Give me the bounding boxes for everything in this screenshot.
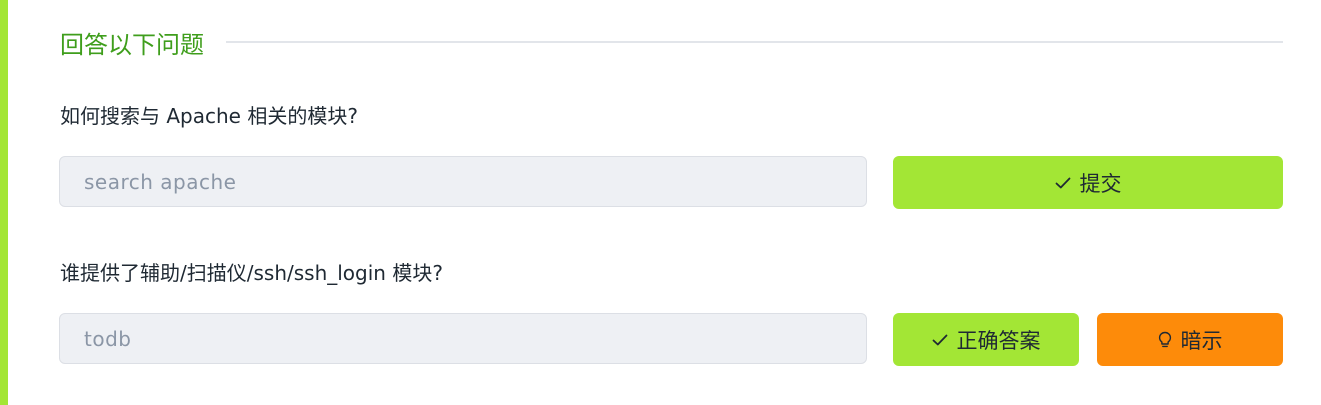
answer-field-1[interactable]: search apache (59, 156, 867, 207)
submit-button-label: 提交 (1079, 171, 1122, 196)
question-2-text: 谁提供了辅助/扫描仪/ssh/ssh_login 模块? (60, 261, 443, 285)
section-title: 回答以下问题 (60, 30, 204, 59)
correct-answer-button[interactable]: 正确答案 (893, 313, 1079, 366)
section-header: 回答以下问题 (60, 24, 1283, 60)
answer-field-2-value: todb (84, 326, 132, 351)
check-icon (932, 334, 948, 346)
section-divider (226, 41, 1283, 43)
correct-answer-button-label: 正确答案 (956, 328, 1041, 353)
submit-button[interactable]: 提交 (893, 156, 1283, 209)
check-icon (1055, 177, 1071, 189)
hint-button[interactable]: 暗示 (1097, 313, 1283, 366)
answer-field-2[interactable]: todb (59, 313, 867, 364)
lightbulb-icon (1158, 331, 1172, 349)
answer-field-1-value: search apache (84, 169, 237, 194)
accent-bar (0, 0, 8, 405)
task-questions-panel: 回答以下问题 如何搜索与 Apache 相关的模块? search apache… (0, 0, 1321, 405)
question-1-text: 如何搜索与 Apache 相关的模块? (60, 104, 358, 128)
hint-button-label: 暗示 (1180, 328, 1223, 353)
